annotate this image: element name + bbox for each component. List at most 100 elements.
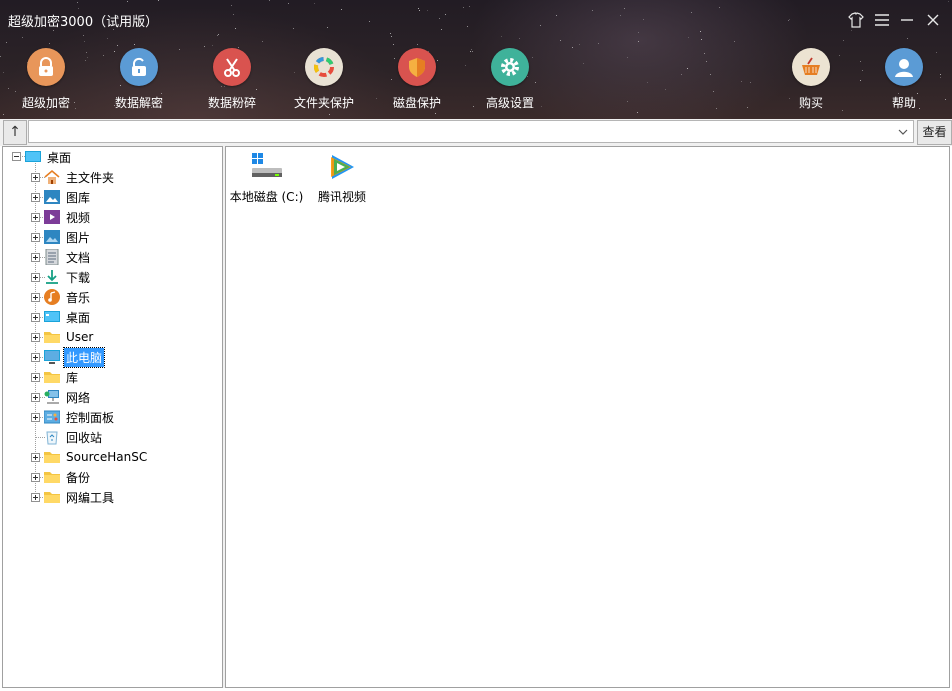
star [710,74,711,75]
star [704,53,705,54]
star [747,107,748,108]
menu-icon[interactable] [872,10,892,30]
expand-icon[interactable] [31,333,40,342]
folder-protect-button[interactable]: 文件夹保护 [278,48,370,111]
disk-protect-button[interactable]: 磁盘保护 [371,48,463,111]
expand-icon[interactable] [31,273,40,282]
star [583,63,584,64]
expand-icon[interactable] [31,173,40,182]
help-button[interactable]: 帮助 [858,48,950,111]
star [706,61,707,62]
expand-icon[interactable] [31,313,40,322]
settings-label: 高级设置 [485,96,534,110]
drive-icon [249,150,285,186]
tree-label: 图库 [66,190,91,205]
tree-label: 图片 [66,230,91,245]
star [789,19,790,20]
tree-item-backup[interactable]: 备份 [3,468,222,486]
decrypt-button[interactable]: 数据解密 [93,48,185,111]
tree-item-sourcehansc[interactable]: SourceHanSC [3,448,222,466]
star [390,33,391,34]
expand-icon[interactable] [31,253,40,262]
tree-item-gallery[interactable]: 图库 [3,188,222,206]
settings-button[interactable]: 高级设置 [464,48,556,111]
star [719,7,720,8]
disk-protect-label: 磁盘保护 [392,96,441,110]
tree-item-web-tools[interactable]: 网编工具 [3,488,222,506]
view-button[interactable]: 查看 [917,120,952,145]
tree-item-user[interactable]: User [3,328,222,346]
folder-icon [44,332,60,343]
desktop-icon [44,311,60,322]
encrypt-button[interactable]: 超级加密 [0,48,92,111]
star [734,41,735,42]
star [204,46,205,47]
tree-item-desktop[interactable]: 桌面 [3,308,222,326]
star [441,29,442,30]
tree-item-video[interactable]: 视频 [3,208,222,226]
star [217,35,218,36]
star [22,37,23,38]
star [501,36,502,37]
star [329,114,330,115]
shred-button[interactable]: 数据粉碎 [186,48,278,111]
skin-icon[interactable] [846,10,866,30]
expand-icon[interactable] [31,393,40,402]
control-panel-icon [44,410,60,424]
tree-item-network[interactable]: 网络 [3,388,222,406]
tree-item-library[interactable]: 库 [3,368,222,386]
download-icon [46,270,58,284]
star [391,36,392,37]
expand-icon[interactable] [31,453,40,462]
star [647,82,648,83]
user-icon [885,48,923,86]
star [598,43,599,44]
star [681,74,682,75]
buy-button[interactable]: 购买 [765,48,857,111]
file-list[interactable]: 本地磁盘 (C:) 腾讯视频 [225,146,950,688]
tree-item-control-panel[interactable]: 控制面板 [3,408,222,426]
tencent-video-icon [324,150,360,186]
picture-icon [44,230,60,244]
tree-node: 主文件夹 [44,168,116,186]
tree-item-pictures[interactable]: 图片 [3,228,222,246]
expand-icon[interactable] [31,193,40,202]
expand-icon[interactable] [31,413,40,422]
path-combobox[interactable] [28,120,914,143]
tree-item-music[interactable]: 音乐 [3,288,222,306]
file-item-tencent-video[interactable]: 腾讯视频 [310,150,374,205]
star [262,41,263,42]
expand-icon[interactable] [31,353,40,362]
chevron-down-icon[interactable] [896,125,910,139]
expand-icon[interactable] [31,473,40,482]
minimize-icon[interactable] [897,10,917,30]
tree-node: 库 [44,368,80,386]
tree-item-downloads[interactable]: 下载 [3,268,222,286]
star [643,19,644,20]
expand-icon[interactable] [31,233,40,242]
close-icon[interactable] [923,10,943,30]
up-button[interactable]: ↑ [3,120,27,145]
star [134,44,135,45]
tree-item-this-pc[interactable]: 此电脑 [3,346,222,368]
expand-icon[interactable] [31,293,40,302]
tree-item-documents[interactable]: 文档 [3,248,222,266]
star [627,101,628,102]
collapse-icon[interactable] [12,152,21,161]
tree-node: 下载 [44,268,92,286]
folder-tree[interactable]: 桌面 主文件夹 图库 视频 图片 文档 下载 音乐 桌面 User 此电脑 库 … [2,146,223,688]
star [314,3,315,4]
tree-root-desktop[interactable]: 桌面 [25,148,73,166]
folder-protect-label: 文件夹保护 [293,96,354,110]
star [907,38,908,39]
expand-icon[interactable] [31,213,40,222]
file-item-local-disk[interactable]: 本地磁盘 (C:) [229,150,304,205]
star [741,81,742,82]
tree-label: 桌面 [66,310,91,325]
tree-item-recycle-bin[interactable]: 回收站 [3,428,222,446]
title-bar: 超级加密3000（试用版） 超级加密 数据解密 数据粉碎 文件夹保护 磁盘保护 … [0,0,952,119]
expand-icon[interactable] [31,373,40,382]
tree-item-home[interactable]: 主文件夹 [3,168,222,186]
expand-icon[interactable] [31,493,40,502]
star [107,38,108,39]
